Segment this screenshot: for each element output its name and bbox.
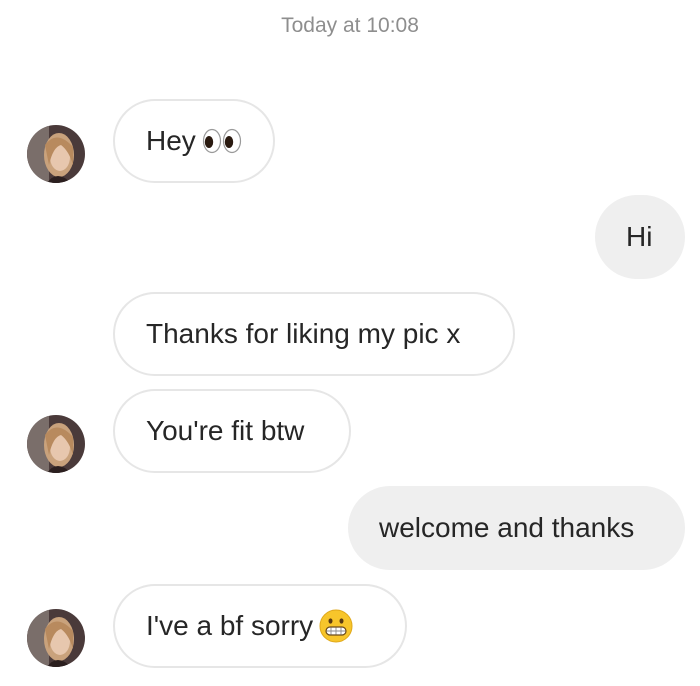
message-text: welcome and thanks <box>379 512 635 543</box>
message-text: Hey <box>146 125 196 156</box>
message-text: Thanks for liking my pic x <box>146 318 461 349</box>
grimacing-face-emoji <box>319 609 353 643</box>
message-text: Hi <box>626 221 653 252</box>
message-text: I've a bf sorry <box>146 610 314 641</box>
message-bubble-incoming[interactable]: You're fit btw <box>113 389 351 473</box>
sender-avatar[interactable] <box>27 415 85 473</box>
message-bubble-incoming[interactable]: I've a bf sorry <box>113 584 407 668</box>
message-bubble-incoming[interactable]: Hey <box>113 99 275 183</box>
eyes-emoji <box>202 128 242 154</box>
message-bubble-outgoing[interactable]: Hi <box>595 195 685 279</box>
sender-avatar[interactable] <box>27 609 85 667</box>
message-bubble-outgoing[interactable]: welcome and thanks <box>348 486 685 570</box>
message-timestamp: Today at 10:08 <box>281 14 419 37</box>
message-text: You're fit btw <box>146 415 305 446</box>
message-bubble-incoming[interactable]: Thanks for liking my pic x <box>113 292 515 376</box>
sender-avatar[interactable] <box>27 125 85 183</box>
